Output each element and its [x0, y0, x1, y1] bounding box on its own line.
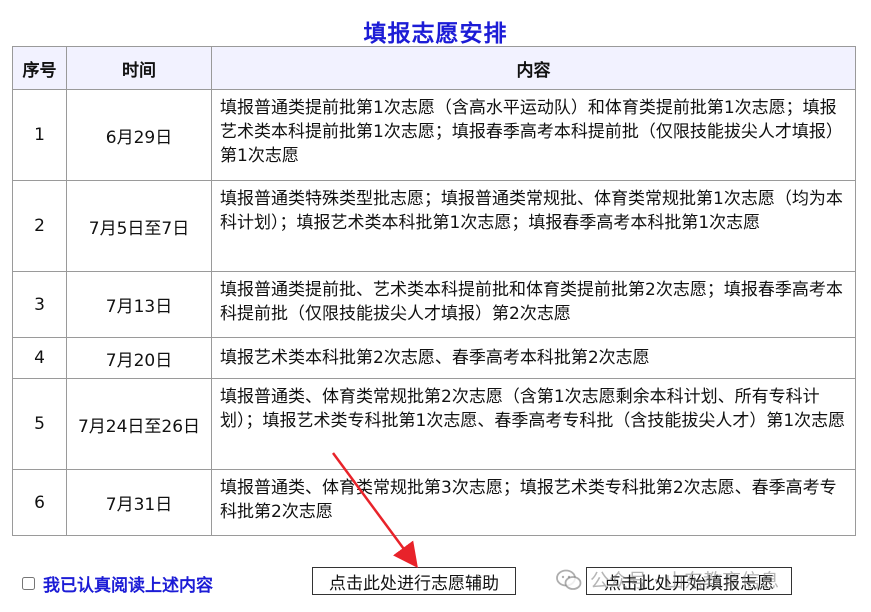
header-num: 序号	[12, 46, 67, 90]
row-content: 填报普通类、体育类常规批第2次志愿（含第1次志愿剩余本科计划、所有专科计划）；填…	[211, 378, 856, 470]
table-row: 1 6月29日 填报普通类提前批第1次志愿（含高水平运动队）和体育类提前批第1次…	[12, 89, 856, 181]
header-date: 时间	[66, 46, 212, 90]
row-num: 5	[12, 378, 67, 470]
page: 填报志愿安排 序号 时间 内容 1 6月29日 填报普通类提前批第1次志愿（含高…	[0, 0, 871, 612]
row-date: 6月29日	[66, 89, 212, 181]
page-title: 填报志愿安排	[363, 21, 508, 47]
row-content: 填报普通类提前批第1次志愿（含高水平运动队）和体育类提前批第1次志愿；填报艺术类…	[211, 89, 856, 181]
agree-checkbox[interactable]	[22, 577, 35, 590]
row-num: 1	[12, 89, 67, 181]
table-row: 3 7月13日 填报普通类提前批、艺术类本科提前批和体育类提前批第2次志愿；填报…	[12, 271, 856, 338]
row-content: 填报普通类特殊类型批志愿；填报普通类常规批、体育类常规批第1次志愿（均为本科计划…	[211, 180, 856, 272]
footer: 我已认真阅读上述内容 点击此处进行志愿辅助 点击此处开始填报志愿	[0, 565, 871, 601]
row-date: 7月5日至7日	[66, 180, 212, 272]
row-date: 7月20日	[66, 337, 212, 379]
schedule-table: 序号 时间 内容 1 6月29日 填报普通类提前批第1次志愿（含高水平运动队）和…	[12, 46, 856, 536]
row-content: 填报普通类提前批、艺术类本科提前批和体育类提前批第2次志愿；填报春季高考本科提前…	[211, 271, 856, 338]
row-num: 3	[12, 271, 67, 338]
volunteer-assist-button[interactable]: 点击此处进行志愿辅助	[312, 567, 516, 595]
row-content: 填报艺术类本科批第2次志愿、春季高考本科批第2次志愿	[211, 337, 856, 379]
row-date: 7月31日	[66, 469, 212, 536]
agree-control[interactable]: 我已认真阅读上述内容	[22, 571, 213, 596]
row-num: 2	[12, 180, 67, 272]
table-row: 5 7月24日至26日 填报普通类、体育类常规批第2次志愿（含第1次志愿剩余本科…	[12, 378, 856, 470]
row-num: 4	[12, 337, 67, 379]
row-date: 7月24日至26日	[66, 378, 212, 470]
row-date: 7月13日	[66, 271, 212, 338]
table-row: 4 7月20日 填报艺术类本科批第2次志愿、春季高考本科批第2次志愿	[12, 337, 856, 379]
row-num: 6	[12, 469, 67, 536]
row-content: 填报普通类、体育类常规批第3次志愿；填报艺术类专科批第2次志愿、春季高考专科批第…	[211, 469, 856, 536]
table-row: 6 7月31日 填报普通类、体育类常规批第3次志愿；填报艺术类专科批第2次志愿、…	[12, 469, 856, 536]
table-header-row: 序号 时间 内容	[12, 46, 856, 90]
table-row: 2 7月5日至7日 填报普通类特殊类型批志愿；填报普通类常规批、体育类常规批第1…	[12, 180, 856, 272]
agree-label: 我已认真阅读上述内容	[43, 576, 213, 596]
start-fill-button[interactable]: 点击此处开始填报志愿	[586, 567, 792, 595]
header-content: 内容	[211, 46, 856, 90]
